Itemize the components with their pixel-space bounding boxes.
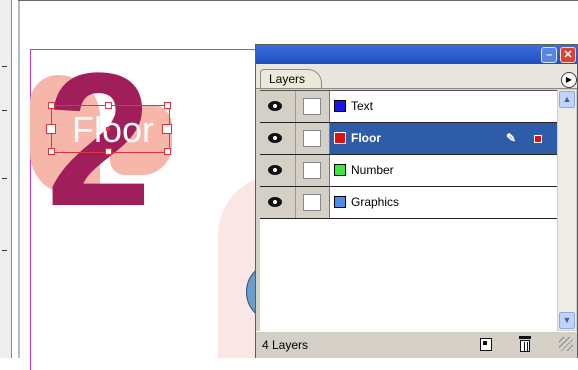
panel-tab-strip: Layers ▶ bbox=[256, 64, 577, 89]
resize-grip[interactable] bbox=[559, 337, 573, 351]
delete-layer-button[interactable] bbox=[518, 335, 532, 353]
layer-label: Number bbox=[351, 163, 394, 177]
ruler-tick bbox=[2, 66, 7, 67]
visibility-toggle[interactable] bbox=[260, 91, 296, 122]
layer-name-cell[interactable]: Floor ✎ bbox=[330, 123, 557, 154]
panel-status-bar: 4 Layers bbox=[256, 331, 577, 358]
layers-list: Text Floor ✎ Number Graphics bbox=[260, 90, 557, 331]
eye-icon bbox=[268, 197, 282, 207]
ruler-tick bbox=[2, 250, 7, 251]
selection-indicator-icon[interactable] bbox=[534, 135, 542, 143]
scroll-up-button[interactable]: ▲ bbox=[559, 91, 575, 108]
layer-color-swatch bbox=[334, 164, 346, 176]
resize-handle[interactable] bbox=[105, 148, 112, 155]
selection-box[interactable] bbox=[51, 105, 170, 153]
eye-icon bbox=[268, 101, 282, 111]
resize-handle[interactable] bbox=[162, 124, 172, 134]
resize-handle[interactable] bbox=[46, 124, 56, 134]
layer-label: Graphics bbox=[351, 195, 400, 209]
layer-row-text[interactable]: Text bbox=[260, 91, 557, 123]
layer-name-cell[interactable]: Graphics bbox=[330, 187, 557, 218]
resize-handle[interactable] bbox=[164, 148, 171, 155]
layer-color-swatch bbox=[334, 100, 346, 112]
layer-color-swatch bbox=[334, 196, 346, 208]
lock-box-icon bbox=[303, 130, 321, 147]
pasteboard-edge bbox=[18, 0, 20, 358]
panel-menu-icon[interactable]: ▶ bbox=[561, 72, 577, 88]
resize-handle[interactable] bbox=[105, 102, 112, 109]
layer-color-swatch bbox=[334, 132, 346, 144]
panel-title-bar[interactable]: – ✕ bbox=[256, 45, 577, 64]
layer-row-graphics[interactable]: Graphics bbox=[260, 187, 557, 219]
layer-name-cell[interactable]: Text bbox=[330, 91, 557, 122]
ruler-tick bbox=[2, 110, 7, 111]
lock-toggle[interactable] bbox=[296, 187, 330, 218]
eye-icon bbox=[268, 165, 282, 175]
trash-icon bbox=[519, 336, 531, 339]
layer-count: 4 Layers bbox=[262, 338, 309, 352]
resize-handle[interactable] bbox=[164, 102, 171, 109]
visibility-toggle[interactable] bbox=[260, 187, 296, 218]
layer-name-cell[interactable]: Number bbox=[330, 155, 557, 186]
tab-layers[interactable]: Layers bbox=[260, 69, 322, 88]
resize-handle[interactable] bbox=[48, 102, 55, 109]
pen-icon: ✎ bbox=[506, 131, 517, 145]
new-layer-button[interactable] bbox=[480, 338, 492, 351]
layer-row-floor[interactable]: Floor ✎ bbox=[260, 123, 557, 155]
trash-icon bbox=[520, 340, 530, 352]
layer-row-number[interactable]: Number bbox=[260, 155, 557, 187]
resize-handle[interactable] bbox=[48, 148, 55, 155]
layer-label: Floor bbox=[351, 131, 381, 145]
lock-box-icon bbox=[303, 98, 321, 115]
lock-toggle[interactable] bbox=[296, 155, 330, 186]
document-top-edge bbox=[18, 0, 578, 1]
lock-box-icon bbox=[303, 194, 321, 211]
selection-center-point bbox=[106, 127, 110, 131]
scroll-down-button[interactable]: ▼ bbox=[559, 312, 575, 329]
vertical-ruler[interactable] bbox=[0, 0, 12, 358]
layers-panel: – ✕ Layers ▶ Text Floor ✎ Number Graphic… bbox=[255, 44, 578, 358]
lock-toggle[interactable] bbox=[296, 123, 330, 154]
eye-icon bbox=[268, 133, 282, 143]
vertical-scrollbar[interactable]: ▲ ▼ bbox=[557, 90, 576, 330]
layer-label: Text bbox=[351, 99, 374, 113]
lock-box-icon bbox=[303, 162, 321, 179]
visibility-toggle[interactable] bbox=[260, 155, 296, 186]
close-button[interactable]: ✕ bbox=[560, 47, 576, 63]
minimize-button[interactable]: – bbox=[541, 47, 557, 63]
ruler-tick bbox=[2, 178, 7, 179]
lock-toggle[interactable] bbox=[296, 91, 330, 122]
visibility-toggle[interactable] bbox=[260, 123, 296, 154]
